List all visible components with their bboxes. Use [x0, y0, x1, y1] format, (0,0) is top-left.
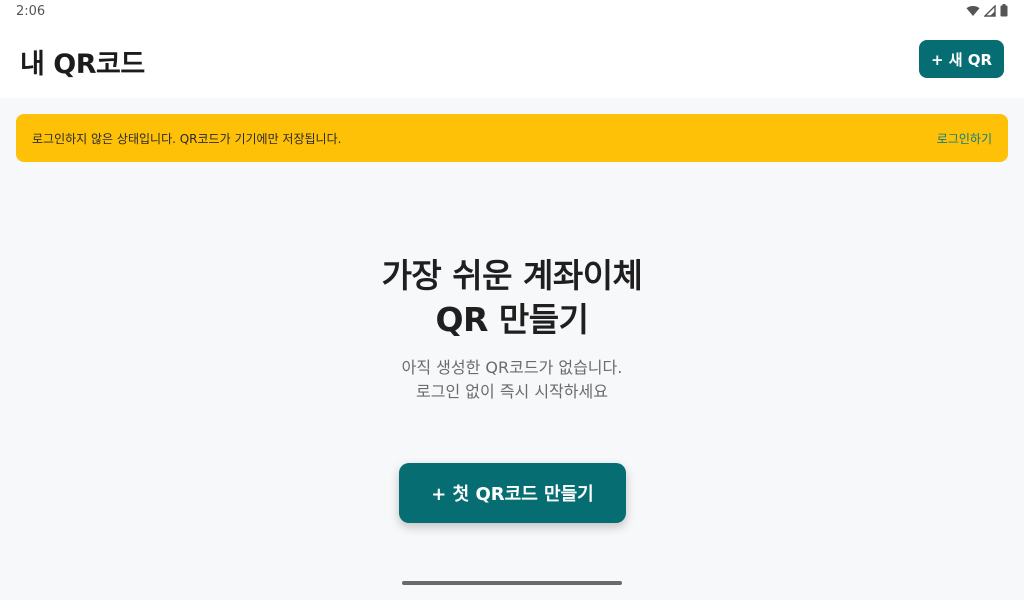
login-link[interactable]: 로그인하기 [937, 130, 992, 147]
status-time: 2:06 [16, 4, 46, 19]
battery-icon [1000, 4, 1008, 17]
empty-state-subtitle-line1: 아직 생성한 QR코드가 없습니다. [401, 358, 623, 377]
status-bar: 2:06 [0, 0, 1024, 24]
empty-state-subtitle: 아직 생성한 QR코드가 없습니다. 로그인 없이 즉시 시작하세요 [0, 356, 1024, 404]
new-qr-button[interactable]: + 새 QR [919, 40, 1004, 78]
status-icons [966, 4, 1008, 17]
empty-state-title-line1: 가장 쉬운 계좌이체 [381, 256, 643, 295]
login-warning-banner: 로그인하지 않은 상태입니다. QR코드가 기기에만 저장됩니다. 로그인하기 [16, 114, 1008, 162]
empty-state-title: 가장 쉬운 계좌이체 QR 만들기 [0, 254, 1024, 342]
app-bar: 내 QR코드 + 새 QR [0, 24, 1024, 98]
cellular-signal-icon [984, 4, 996, 17]
page-title: 내 QR코드 [20, 49, 145, 80]
home-indicator[interactable] [402, 581, 622, 585]
empty-state-title-line2: QR 만들기 [435, 300, 589, 339]
banner-message: 로그인하지 않은 상태입니다. QR코드가 기기에만 저장됩니다. [32, 132, 342, 146]
empty-state-subtitle-line2: 로그인 없이 즉시 시작하세요 [416, 382, 608, 401]
wifi-icon [966, 5, 980, 16]
create-first-qr-button[interactable]: + 첫 QR코드 만들기 [399, 463, 626, 523]
